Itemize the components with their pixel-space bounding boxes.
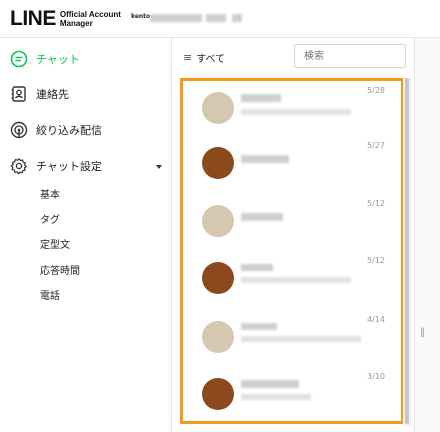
conversation-item[interactable]: 3/10 <box>193 371 385 427</box>
settings-sub-item-response-hours[interactable]: 応答時間 <box>40 262 80 277</box>
broadcast-icon <box>10 121 28 139</box>
filter-label: すべて <box>196 54 226 65</box>
chat-bubble-icon <box>10 50 28 68</box>
chevron-down-icon[interactable] <box>156 165 162 169</box>
message-preview-blurred <box>241 277 351 283</box>
conversation-date: 4/14 <box>367 315 385 324</box>
conversation-item[interactable]: 4/14 <box>193 314 385 370</box>
chat-list-scrollbar-thumb[interactable] <box>405 78 409 424</box>
contact-name-blurred <box>241 94 281 102</box>
sidebar-item-label: 連絡先 <box>36 88 69 101</box>
conversation-item[interactable]: 5/12 <box>193 255 385 311</box>
logo-subtitle: Official Account Manager <box>59 10 121 28</box>
settings-sub-item-phone[interactable]: 電話 <box>40 287 60 302</box>
sidebar-item-label: チャット設定 <box>36 160 102 173</box>
sidebar-item-label: 絞り込み配信 <box>36 124 102 137</box>
menu-icon: ≡ <box>183 51 193 64</box>
line-oa-logo[interactable]: LINE Official Account Manager <box>10 8 121 30</box>
contact-name-blurred <box>241 323 277 330</box>
chat-detail-pane-edge <box>414 38 440 432</box>
account-id-blurred <box>206 14 226 22</box>
resize-handle-icon[interactable]: ‖ <box>420 327 425 338</box>
message-preview-blurred <box>241 109 351 115</box>
chat-list-panel: ≡ すべて 5/28 5/27 5/12 5/12 <box>172 38 414 432</box>
conversation-date: 5/28 <box>367 86 385 95</box>
message-preview-blurred <box>241 394 311 400</box>
avatar <box>202 147 234 179</box>
sidebar-item-contacts[interactable]: 連絡先 <box>10 85 69 103</box>
conversation-date: 5/27 <box>367 141 385 150</box>
account-name[interactable]: kento <box>131 13 150 20</box>
conversation-date: 5/12 <box>367 199 385 208</box>
logo-line-text: LINE <box>10 7 56 30</box>
gear-icon <box>10 157 28 175</box>
avatar <box>202 321 234 353</box>
avatar <box>202 262 234 294</box>
account-id-blurred <box>232 14 242 22</box>
account-id-blurred <box>150 14 202 22</box>
avatar <box>202 378 234 410</box>
avatar <box>202 92 234 124</box>
top-header: LINE Official Account Manager kento <box>0 0 440 38</box>
filter-dropdown[interactable]: ≡ すべて <box>183 50 225 65</box>
contact-name-blurred <box>241 380 299 388</box>
conversation-item[interactable]: 5/12 <box>193 198 385 254</box>
settings-sub-item-tags[interactable]: タグ <box>40 211 60 226</box>
sidebar-item-chat-settings[interactable]: チャット設定 <box>10 157 102 175</box>
settings-sub-item-templates[interactable]: 定型文 <box>40 236 70 251</box>
sidebar-item-chat[interactable]: チャット <box>10 50 80 68</box>
sidebar: チャット 連絡先 絞り込み配信 チャット設定 基本 タグ 定型文 応答時間 電話 <box>0 38 172 432</box>
avatar <box>202 205 234 237</box>
contact-name-blurred <box>241 213 283 221</box>
conversation-date: 3/10 <box>367 372 385 381</box>
highlight-box: 5/28 5/27 5/12 5/12 4/14 3/10 <box>180 78 404 424</box>
conversation-item[interactable]: 5/27 <box>193 140 385 196</box>
conversation-item[interactable]: 5/28 <box>193 85 385 141</box>
contact-name-blurred <box>241 155 289 163</box>
contacts-icon <box>10 85 28 103</box>
contact-name-blurred <box>241 264 273 271</box>
chat-list-toolbar: ≡ すべて <box>172 38 414 74</box>
message-preview-blurred <box>241 336 361 342</box>
sidebar-item-label: チャット <box>36 53 80 66</box>
conversation-date: 5/12 <box>367 256 385 265</box>
search-input[interactable] <box>294 44 406 68</box>
settings-sub-item-basic[interactable]: 基本 <box>40 186 60 201</box>
sidebar-item-targeted-broadcast[interactable]: 絞り込み配信 <box>10 121 102 139</box>
